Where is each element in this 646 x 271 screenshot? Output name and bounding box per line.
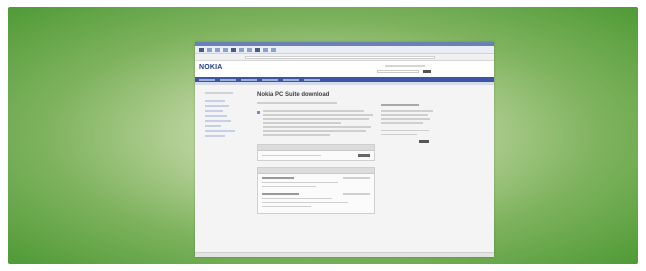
right-sidebar-button[interactable] <box>419 140 429 143</box>
sidebar-link[interactable] <box>205 100 225 102</box>
sidebar <box>205 92 249 140</box>
info-icon <box>257 111 260 114</box>
nav-item[interactable] <box>199 78 215 81</box>
address-input[interactable] <box>245 56 435 59</box>
stop-icon[interactable] <box>215 47 220 52</box>
history-icon[interactable] <box>255 47 260 52</box>
green-banner-background: NOKIA Nokia PC Suite download <box>8 7 638 264</box>
page-subtitle <box>257 102 337 104</box>
download-button[interactable] <box>358 154 370 157</box>
download-box <box>257 144 375 161</box>
browser-status-bar <box>195 252 494 257</box>
site-search-button[interactable] <box>423 70 431 73</box>
site-header: NOKIA <box>195 61 494 77</box>
sidebar-link[interactable] <box>205 135 225 137</box>
sub-navigation <box>195 82 494 85</box>
home-icon[interactable] <box>231 47 236 52</box>
back-icon[interactable] <box>199 47 204 52</box>
mail-icon[interactable] <box>263 47 268 52</box>
right-sidebar-title <box>381 104 419 106</box>
browser-toolbar <box>195 46 494 54</box>
right-sidebar <box>381 104 433 143</box>
site-search-input[interactable] <box>377 70 419 73</box>
sidebar-link[interactable] <box>205 125 221 127</box>
sidebar-link[interactable] <box>205 120 231 122</box>
info-item <box>257 110 375 138</box>
refresh-icon[interactable] <box>223 47 228 52</box>
search-icon[interactable] <box>239 47 244 52</box>
sidebar-title <box>205 92 233 94</box>
nav-item[interactable] <box>283 78 299 81</box>
main-content: Nokia PC Suite download <box>257 92 375 214</box>
nav-item[interactable] <box>241 78 257 81</box>
forward-icon[interactable] <box>207 47 212 52</box>
print-icon[interactable] <box>271 47 276 52</box>
browser-screenshot: NOKIA Nokia PC Suite download <box>195 42 494 257</box>
sidebar-link[interactable] <box>205 115 227 117</box>
nokia-logo[interactable]: NOKIA <box>199 64 223 71</box>
sidebar-link[interactable] <box>205 110 223 112</box>
sidebar-link[interactable] <box>205 130 235 132</box>
nav-item[interactable] <box>304 78 320 81</box>
nav-item[interactable] <box>220 78 236 81</box>
version-box <box>257 167 375 214</box>
sidebar-link[interactable] <box>205 105 229 107</box>
nav-item[interactable] <box>262 78 278 81</box>
favorites-icon[interactable] <box>247 47 252 52</box>
header-links <box>385 65 425 67</box>
page-title: Nokia PC Suite download <box>257 92 330 98</box>
